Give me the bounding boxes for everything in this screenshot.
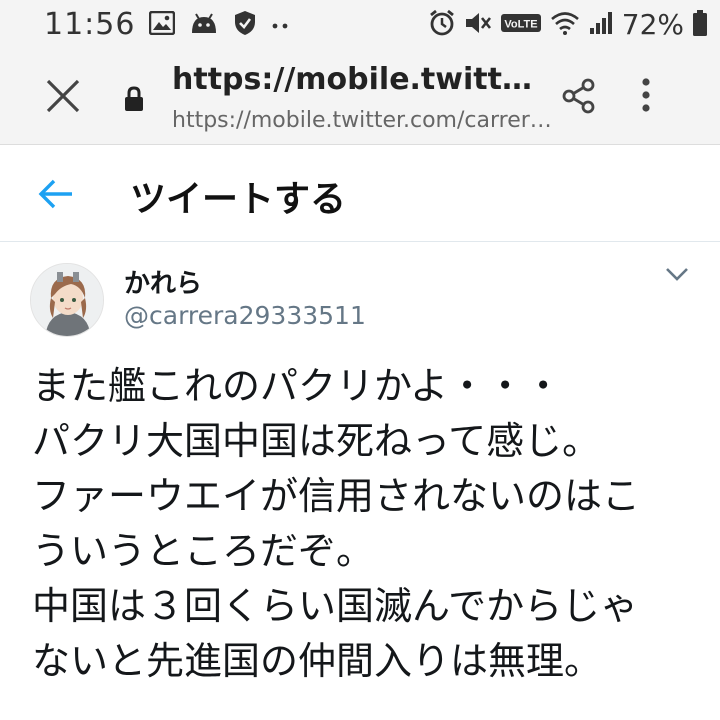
back-arrow-icon: [38, 179, 72, 209]
tweet-line: ういうところだぞ。: [32, 529, 375, 573]
battery-percent: 72%: [621, 8, 684, 41]
image-icon: [149, 10, 176, 39]
tweet-text: また艦これのパクリかよ・・・ パクリ大国中国は死ねって感じ。 ファーウエイが信用…: [32, 359, 702, 689]
overflow-menu-button[interactable]: [640, 76, 652, 118]
close-icon: [46, 79, 80, 113]
share-icon: [562, 78, 595, 114]
page-url[interactable]: https://mobile.twitter.com/carrera2...: [172, 108, 552, 133]
tweet-menu-button[interactable]: [664, 265, 690, 287]
more-vertical-icon: [642, 78, 650, 112]
tweet-line: ないと先進国の仲間入りは無理。: [32, 639, 603, 683]
tweet-line: パクリ大国中国は死ねって感じ。: [32, 419, 601, 463]
status-time: 11:56: [44, 7, 136, 42]
user-name[interactable]: かれら: [124, 263, 202, 300]
shield-icon: [233, 10, 257, 40]
status-bar: 11:56 VoLTE 72%: [0, 0, 720, 50]
status-left: 11:56: [44, 7, 291, 42]
volte-icon: VoLTE: [500, 13, 542, 37]
back-button[interactable]: [38, 176, 76, 216]
tweet-line: 中国は３回くらい国滅んでからじゃ: [32, 584, 639, 628]
tweet-line: また艦これのパクリかよ・・・: [32, 364, 563, 408]
tweet-header: ツイートする: [0, 146, 720, 242]
signal-icon: [588, 10, 614, 40]
battery-icon: [692, 9, 708, 41]
tweet-line: ファーウエイが信用されないのはこ: [32, 474, 641, 518]
avatar[interactable]: [30, 263, 104, 337]
mute-icon: [464, 10, 492, 40]
browser-toolbar: https://mobile.twitter.com... https://mo…: [0, 50, 720, 145]
user-handle[interactable]: @carrera29333511: [124, 301, 366, 330]
share-button[interactable]: [562, 78, 596, 118]
wifi-icon: [550, 10, 580, 40]
volte-label: VoLTE: [504, 18, 537, 30]
more-dots-icon: [271, 15, 291, 34]
alarm-icon: [428, 9, 456, 41]
tweet: かれら @carrera29333511 また艦これのパクリかよ・・・ パクリ大…: [0, 243, 720, 720]
header-title: ツイートする: [130, 179, 347, 220]
lock-icon: [124, 86, 144, 116]
status-right: VoLTE 72%: [428, 8, 708, 41]
avatar-image: [31, 264, 103, 336]
android-icon: [189, 11, 219, 39]
page-title[interactable]: https://mobile.twitter.com...: [172, 62, 552, 97]
chevron-down-icon: [666, 268, 688, 281]
close-button[interactable]: [44, 77, 82, 115]
